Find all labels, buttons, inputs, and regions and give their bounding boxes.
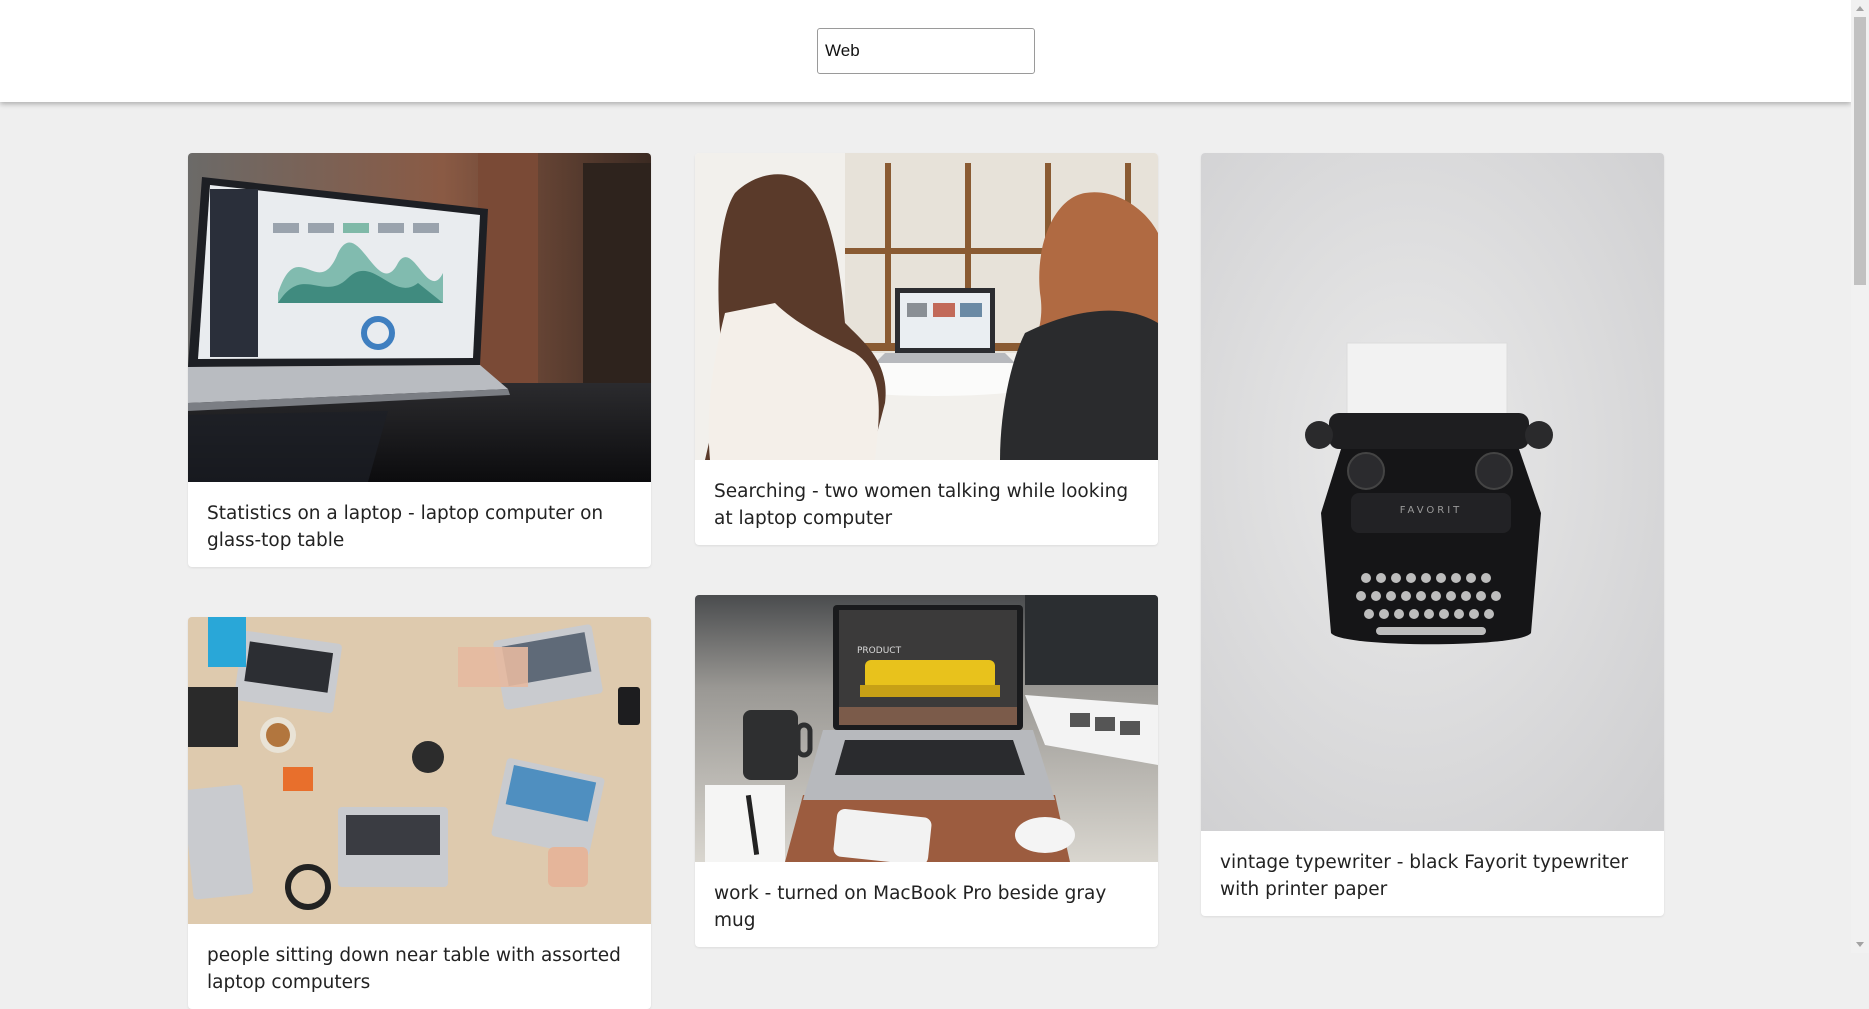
vertical-scrollbar[interactable]	[1851, 0, 1869, 953]
scroll-up-arrow-icon[interactable]	[1856, 6, 1864, 11]
image-card[interactable]: FAVORIT vintage typewriter - black Fayor…	[1201, 153, 1664, 916]
two-women-laptop-image[interactable]	[695, 153, 1158, 460]
scrollbar-thumb[interactable]	[1854, 17, 1866, 285]
card-caption: people sitting down near table with asso…	[207, 945, 621, 993]
typewriter-image[interactable]: FAVORIT	[1201, 153, 1664, 831]
card-caption: work - turned on MacBook Pro beside gray…	[714, 883, 1107, 931]
card-caption: vintage typewriter - black Fayorit typew…	[1220, 852, 1629, 900]
macbook-mug-image[interactable]: PRODUCT	[695, 595, 1158, 862]
search-input[interactable]	[817, 28, 1035, 74]
card-caption: Statistics on a laptop - laptop computer…	[207, 503, 604, 551]
team-laptops-table-image[interactable]	[188, 617, 651, 924]
search-header	[0, 0, 1851, 102]
laptop-statistics-image[interactable]	[188, 153, 651, 482]
image-card[interactable]: PRODUCT work - turned on MacBook Pro bes…	[695, 595, 1158, 947]
svg-text:FAVORIT: FAVORIT	[1400, 505, 1463, 516]
image-card[interactable]: Statistics on a laptop - laptop computer…	[188, 153, 651, 567]
scroll-down-arrow-icon[interactable]	[1856, 942, 1864, 947]
svg-text:PRODUCT: PRODUCT	[857, 646, 902, 656]
image-card[interactable]: people sitting down near table with asso…	[188, 617, 651, 1009]
card-caption: Searching - two women talking while look…	[714, 481, 1129, 529]
image-card[interactable]: Searching - two women talking while look…	[695, 153, 1158, 545]
